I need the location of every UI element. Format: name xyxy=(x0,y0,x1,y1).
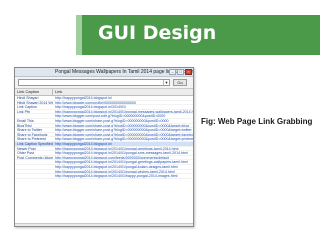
close-icon[interactable]: × xyxy=(185,69,192,75)
link-caption-cell xyxy=(15,160,53,164)
link-url-cell[interactable]: http://www.blogger.com/share-post.g?blog… xyxy=(53,137,193,141)
link-caption-cell: Newer Post xyxy=(17,146,36,151)
link-url-cell[interactable]: http://happypongal2014.blogspot.in/2014/… xyxy=(53,105,193,109)
link-caption-cell: Older Post xyxy=(17,151,34,155)
grabber-window: Pongal Messages Wallpapers In Tamil 2014… xyxy=(14,67,194,227)
links-grid[interactable]: Hindi Shayari http://happypongal2014.blog… xyxy=(15,96,193,227)
link-caption-cell xyxy=(15,165,53,169)
link-url-cell[interactable]: http://happypongal2014.blogspot.in/2014/… xyxy=(53,165,193,169)
link-url-cell[interactable]: http://www.blogger.com/post-edit.g?blogI… xyxy=(53,114,193,118)
title-banner: GUI Design xyxy=(0,0,320,64)
link-url-cell[interactable]: http://happypongal2014.blogspot.in/2014/… xyxy=(53,170,193,174)
link-url-cell[interactable]: http://www.blogger.com/share-post.g?blog… xyxy=(53,119,193,123)
grid-header: Link Caption Link xyxy=(15,89,193,96)
table-row[interactable]: http://happypongal2014.blogspot.in/2014/… xyxy=(15,174,193,179)
link-caption-cell xyxy=(15,114,53,118)
link-caption-cell: Email This xyxy=(17,118,34,123)
link-caption-cell: Share to Pinterest xyxy=(17,137,46,141)
link-caption-cell: Share to Twitter xyxy=(17,128,43,132)
link-url-cell[interactable]: http://www.blogger.com/share-post.g?blog… xyxy=(53,124,193,128)
link-caption-cell: Link Caption xyxy=(17,105,37,109)
slide-title: GUI Design xyxy=(98,22,217,44)
toolbar: ▼ Go xyxy=(15,77,193,89)
link-url-cell[interactable]: http://happypongal2014.blogspot.in/2014/… xyxy=(53,174,193,178)
link-url-cell[interactable]: http://happypongal2014.blogspot.in/2014/… xyxy=(53,160,193,164)
link-url-cell[interactable]: http://happypongal2014.blogspot.com/feed… xyxy=(53,156,193,160)
link-caption-cell: Hindi Shayari 2014 Wishes Greetings Mess… xyxy=(17,100,53,105)
minimize-icon[interactable]: – xyxy=(169,69,176,75)
go-button[interactable]: Go xyxy=(173,79,187,86)
title-bar: GUI Design xyxy=(76,15,320,55)
maximize-icon[interactable]: □ xyxy=(177,69,184,75)
column-header-link[interactable]: Link xyxy=(53,89,193,95)
link-url-cell[interactable]: http://www.blogger.com/share-post.g?blog… xyxy=(53,133,193,137)
link-caption-cell: Link Pth xyxy=(17,109,30,114)
window-controls: – □ × xyxy=(169,69,192,75)
link-url-cell[interactable]: http://happypongal2014.blogspot.in/ xyxy=(53,142,193,146)
link-url-cell[interactable]: http://www.blogger.com/profile/000000000… xyxy=(53,101,193,105)
link-caption-cell: Hindi Shayari xyxy=(17,96,39,100)
link-caption-cell: BlogThis! xyxy=(17,123,32,128)
status-bar xyxy=(15,223,193,226)
figure-caption: Fig: Web Page Link Grabbing xyxy=(201,117,313,126)
url-combo[interactable]: ▼ xyxy=(18,79,170,86)
link-url-cell[interactable]: http://www.blogger.com/share-post.g?blog… xyxy=(53,128,193,132)
link-caption-cell: Link Caption Specified xyxy=(17,141,53,146)
link-url-cell[interactable]: http://happypongal2014.blogspot.in/2014/… xyxy=(53,147,193,151)
link-caption-cell xyxy=(15,174,53,178)
link-caption-cell: Post Comments (Atom) xyxy=(17,155,53,160)
window-titlebar[interactable]: Pongal Messages Wallpapers In Tamil 2014… xyxy=(15,68,193,77)
column-header-caption[interactable]: Link Caption xyxy=(15,89,53,95)
link-caption-cell xyxy=(15,170,53,174)
link-url-cell[interactable]: http://happypongal2014.blogspot.in/2014/… xyxy=(53,151,193,155)
link-caption-cell: Share to Facebook xyxy=(17,132,48,137)
link-url-cell[interactable]: http://happypongal2014.blogspot.in/ xyxy=(53,96,193,100)
chevron-down-icon[interactable]: ▼ xyxy=(163,80,169,85)
link-url-cell[interactable]: http://happypongal2014.blogspot.in/2014/… xyxy=(53,110,193,114)
